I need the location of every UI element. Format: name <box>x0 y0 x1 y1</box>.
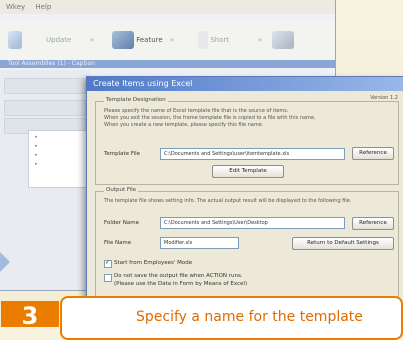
dialog-title: Create Items using Excel <box>87 77 403 91</box>
short-icon <box>198 31 208 49</box>
tree-node[interactable]: ▸ <box>35 134 89 140</box>
menu-item[interactable]: Help <box>35 3 51 11</box>
start-mode-checkbox[interactable] <box>104 259 112 268</box>
chevron-icon: » <box>90 36 95 44</box>
template-file-field[interactable]: C:\Documents and Settings\user\itemtempl… <box>160 148 345 160</box>
feature-label: Feature <box>136 36 163 44</box>
menu-item[interactable]: Wkey <box>6 3 25 11</box>
start-mode-label: Start from Employees' Mode <box>114 260 193 266</box>
description-line: Please specify the name of Excel templat… <box>104 108 289 114</box>
tree-node[interactable]: ▸ <box>35 161 89 167</box>
template-file-label: Template File <box>104 151 141 157</box>
short-button[interactable]: Short <box>198 28 229 52</box>
tree-node[interactable]: ▸ <box>35 152 89 158</box>
short-label: Short <box>210 36 230 44</box>
group-label: Output File <box>104 187 139 193</box>
no-save-label: Do not save the output file when ACTION … <box>114 273 243 279</box>
template-reference-button[interactable]: Reference <box>352 147 394 160</box>
no-save-checkbox[interactable] <box>104 274 112 282</box>
tree-node[interactable]: ▸ <box>35 143 89 149</box>
edit-template-button[interactable]: Edit Template <box>212 165 284 178</box>
step-number-badge: 3 <box>1 301 59 330</box>
folder-name-field[interactable]: C:\Documents and Settings\User\Desktop <box>160 217 345 229</box>
callout-box: Specify a name for the template <box>60 296 403 340</box>
feature-icon <box>112 31 134 49</box>
tree-view[interactable]: ▸ ▸ ▸ ▸ <box>28 130 90 188</box>
toolbar: Update » Feature » Short » <box>0 20 335 61</box>
description-line: When you exit the session, the frame tem… <box>104 115 316 121</box>
folder-reference-button[interactable]: Reference <box>352 217 394 230</box>
view-button[interactable] <box>272 28 294 52</box>
callout-text: Specify a name for the template <box>136 309 363 325</box>
template-designation-group: Template Designation Please specify the … <box>95 97 399 185</box>
left-panel-toolbar <box>4 78 86 94</box>
back-arrow-icon <box>8 31 22 49</box>
update-button[interactable]: Update <box>46 28 71 52</box>
back-button[interactable] <box>8 28 22 52</box>
view-icon <box>272 31 294 49</box>
file-name-field[interactable]: Modifier.xls <box>160 237 239 249</box>
chevron-icon: » <box>258 36 263 44</box>
chevron-icon: » <box>170 36 175 44</box>
return-default-button[interactable]: Return to Default Settings <box>292 237 394 250</box>
pointer-arrow-icon <box>0 252 10 272</box>
group-label: Template Designation <box>104 97 168 103</box>
file-name-label: File Name <box>104 240 132 246</box>
no-save-note: (Please use the Data in Form by Means of… <box>114 281 248 287</box>
folder-name-label: Folder Name <box>104 220 139 226</box>
step-callout: Specify a name for the template 3 <box>0 296 403 340</box>
left-panel-row <box>4 100 86 116</box>
panel-title: Tool Assemblies (1) - Caption <box>8 60 95 67</box>
output-description: The template file shows setting info. Th… <box>104 198 352 204</box>
create-items-dialog: Create Items using Excel Version 1.2 Tem… <box>86 76 403 329</box>
description-line: When you create a new template, please s… <box>104 122 264 128</box>
update-label: Update <box>46 36 72 44</box>
menu-bar: Wkey Help <box>0 0 335 14</box>
feature-button[interactable]: Feature <box>112 28 163 52</box>
